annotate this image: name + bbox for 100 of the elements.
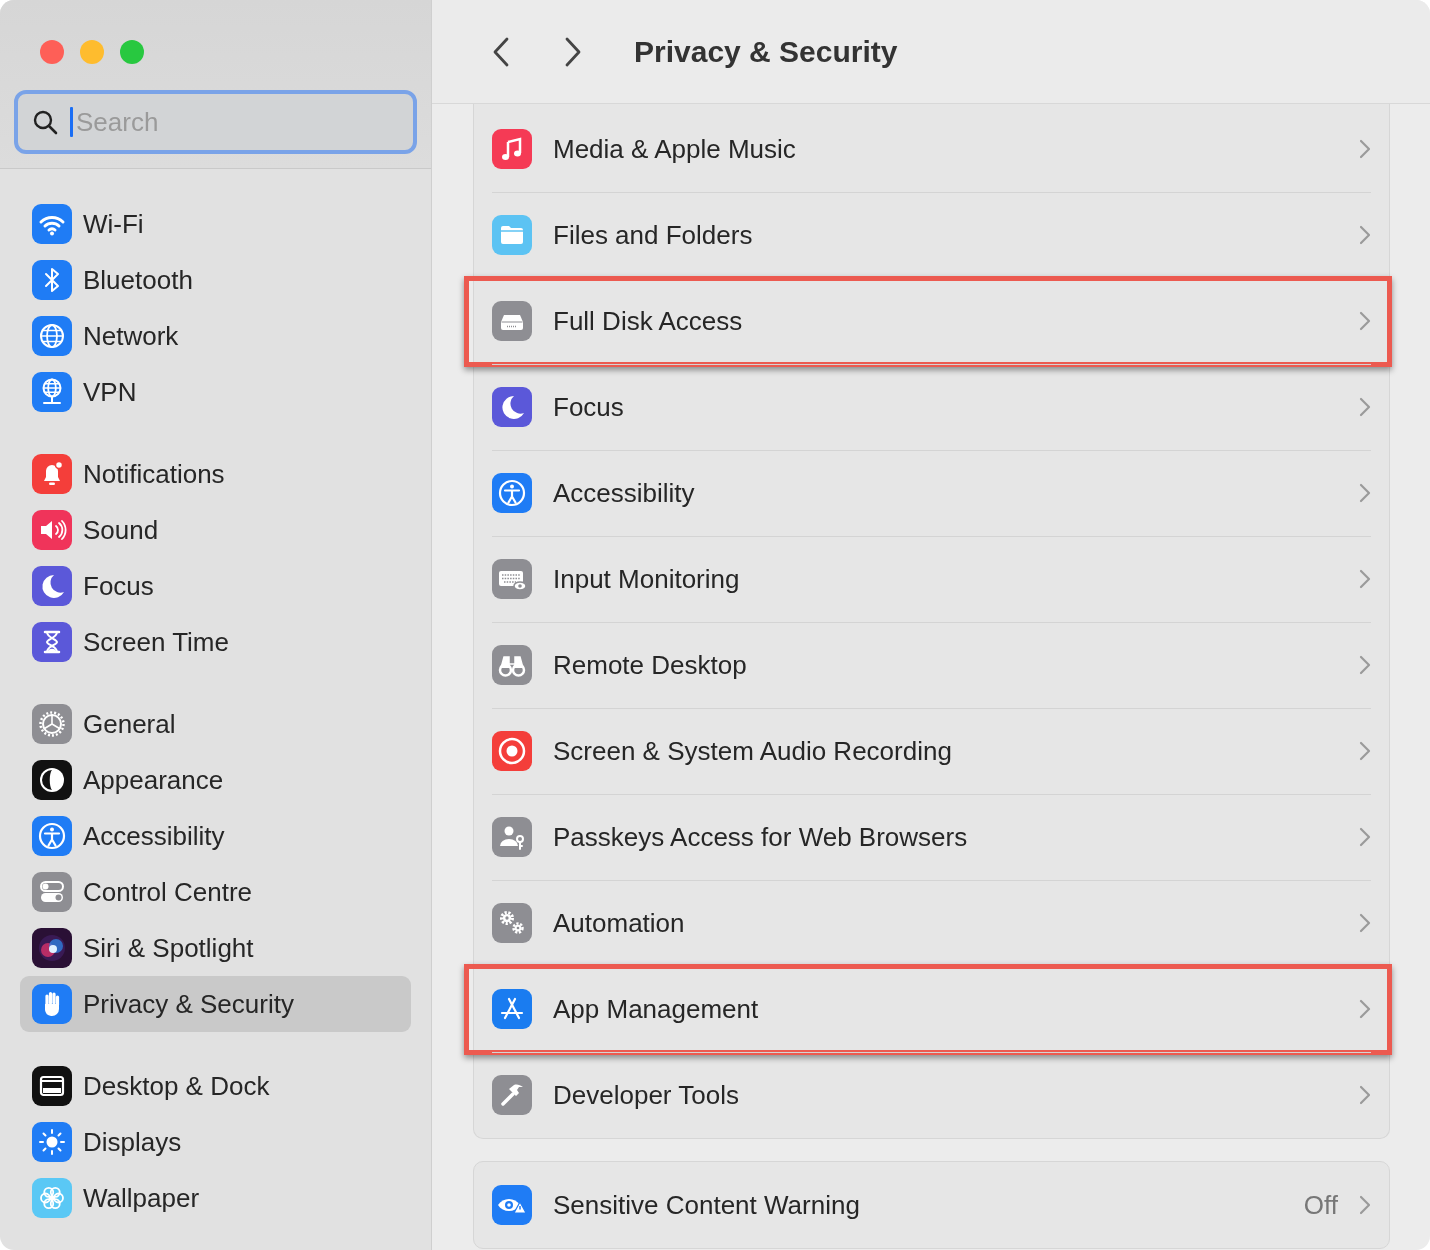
sidebar-label: Screen Time	[83, 626, 229, 658]
speaker-icon	[32, 510, 72, 550]
minimize-button[interactable]	[80, 40, 104, 64]
chevron-icon	[1359, 655, 1371, 675]
chevron-icon	[1359, 827, 1371, 847]
sidebar-item[interactable]: Network	[20, 308, 411, 364]
sidebar-item[interactable]: Focus	[20, 558, 411, 614]
window-icon	[32, 1066, 72, 1106]
settings-row[interactable]: Sensitive Content Warning Off	[474, 1162, 1389, 1248]
accessibility-icon	[492, 473, 532, 513]
forward-button[interactable]	[563, 35, 583, 68]
eye-warning-icon	[492, 1185, 532, 1225]
sidebar-item[interactable]: Wi-Fi	[20, 196, 411, 252]
chevron-icon	[1359, 1085, 1371, 1105]
sidebar-label: Appearance	[83, 764, 224, 796]
row-label: Focus	[553, 391, 625, 423]
binoculars-icon	[492, 645, 532, 685]
orb-icon	[32, 928, 72, 968]
chevron-icon	[1359, 569, 1371, 589]
search-field[interactable]: Search	[14, 90, 417, 154]
row-label: App Management	[553, 993, 760, 1025]
sidebar-item[interactable]: Accessibility	[20, 808, 411, 864]
row-label: Full Disk Access	[553, 305, 744, 337]
settings-row[interactable]: Remote Desktop	[474, 622, 1389, 708]
settings-row[interactable]: App Management	[474, 966, 1389, 1052]
gears-icon	[492, 903, 532, 943]
sidebar-item[interactable]: Appearance	[20, 752, 411, 808]
globe-icon	[32, 316, 72, 356]
settings-row[interactable]: Focus	[474, 364, 1389, 450]
chevron-icon	[1359, 225, 1371, 245]
wifi-icon	[32, 204, 72, 244]
settings-row[interactable]: Full Disk Access	[474, 278, 1389, 364]
sidebar-item[interactable]: Desktop & Dock	[20, 1058, 411, 1114]
keyboard-icon	[492, 559, 532, 599]
sidebar-label: Desktop & Dock	[83, 1070, 270, 1102]
settings-row[interactable]: Automation	[474, 880, 1389, 966]
text-cursor	[70, 107, 73, 137]
row-label: Passkeys Access for Web Browsers	[553, 821, 969, 853]
settings-row[interactable]: Passkeys Access for Web Browsers	[474, 794, 1389, 880]
settings-row[interactable]: Files and Folders	[474, 192, 1389, 278]
row-label: Accessibility	[553, 477, 696, 509]
settings-row[interactable]: Accessibility	[474, 450, 1389, 536]
settings-row[interactable]: Screen & System Audio Recording	[474, 708, 1389, 794]
window-title: Privacy & Security	[634, 34, 898, 69]
chevron-icon	[1359, 999, 1371, 1019]
record-icon	[492, 731, 532, 771]
sidebar-item[interactable]: Displays	[20, 1114, 411, 1170]
gear-icon	[32, 704, 72, 744]
zoom-button[interactable]	[120, 40, 144, 64]
sidebar-label: Network	[83, 320, 179, 352]
sidebar-label: Privacy & Security	[83, 988, 294, 1020]
sidebar-label: Sound	[83, 514, 159, 546]
sidebar-label: Wallpaper	[83, 1182, 200, 1214]
hourglass-icon	[32, 622, 72, 662]
row-label: Remote Desktop	[553, 649, 748, 681]
sidebar-label: Notifications	[83, 458, 225, 490]
sidebar-label: Wi-Fi	[83, 208, 144, 240]
sidebar-label: Siri & Spotlight	[83, 932, 254, 964]
sidebar-label: General	[83, 708, 176, 740]
sidebar-item[interactable]: Notifications	[20, 446, 411, 502]
sidebar-label: Accessibility	[83, 820, 225, 852]
close-button[interactable]	[40, 40, 64, 64]
sidebar-item[interactable]: Screen Time	[20, 614, 411, 670]
chevron-icon	[1359, 139, 1371, 159]
sidebar-item[interactable]: Sound	[20, 502, 411, 558]
back-button[interactable]	[491, 35, 511, 68]
sidebar-item[interactable]: Wallpaper	[20, 1170, 411, 1226]
folder-icon	[492, 215, 532, 255]
sidebar-label: Focus	[83, 570, 154, 602]
sidebar-item[interactable]: VPN	[20, 364, 411, 420]
chevron-icon	[1359, 483, 1371, 503]
flower-icon	[32, 1178, 72, 1218]
search-icon	[32, 109, 58, 135]
bell-icon	[32, 454, 72, 494]
sidebar-item[interactable]: Control Centre	[20, 864, 411, 920]
sidebar-label: Control Centre	[83, 876, 253, 908]
app-store-icon	[492, 989, 532, 1029]
row-label: Screen & System Audio Recording	[553, 735, 953, 767]
sidebar-item[interactable]: Siri & Spotlight	[20, 920, 411, 976]
toggle-icon	[32, 872, 72, 912]
bluetooth-icon	[32, 260, 72, 300]
chevron-icon	[1359, 311, 1371, 331]
settings-row[interactable]: Input Monitoring	[474, 536, 1389, 622]
row-label: Media & Apple Music	[553, 133, 797, 165]
sidebar-item[interactable]: General	[20, 696, 411, 752]
accessibility-icon	[32, 816, 72, 856]
settings-row[interactable]: Media & Apple Music	[474, 106, 1389, 192]
row-label: Developer Tools	[553, 1079, 740, 1111]
drive-icon	[492, 301, 532, 341]
chevron-icon	[1359, 1195, 1371, 1215]
chevron-icon	[1359, 397, 1371, 417]
sidebar-item[interactable]: Privacy & Security	[20, 976, 411, 1032]
chevron-icon	[1359, 741, 1371, 761]
settings-row[interactable]: Developer Tools	[474, 1052, 1389, 1138]
row-label: Input Monitoring	[553, 563, 741, 595]
row-label: Files and Folders	[553, 219, 754, 251]
sidebar-label: VPN	[83, 376, 137, 408]
appearance-icon	[32, 760, 72, 800]
sidebar-item[interactable]: Bluetooth	[20, 252, 411, 308]
sun-icon	[32, 1122, 72, 1162]
